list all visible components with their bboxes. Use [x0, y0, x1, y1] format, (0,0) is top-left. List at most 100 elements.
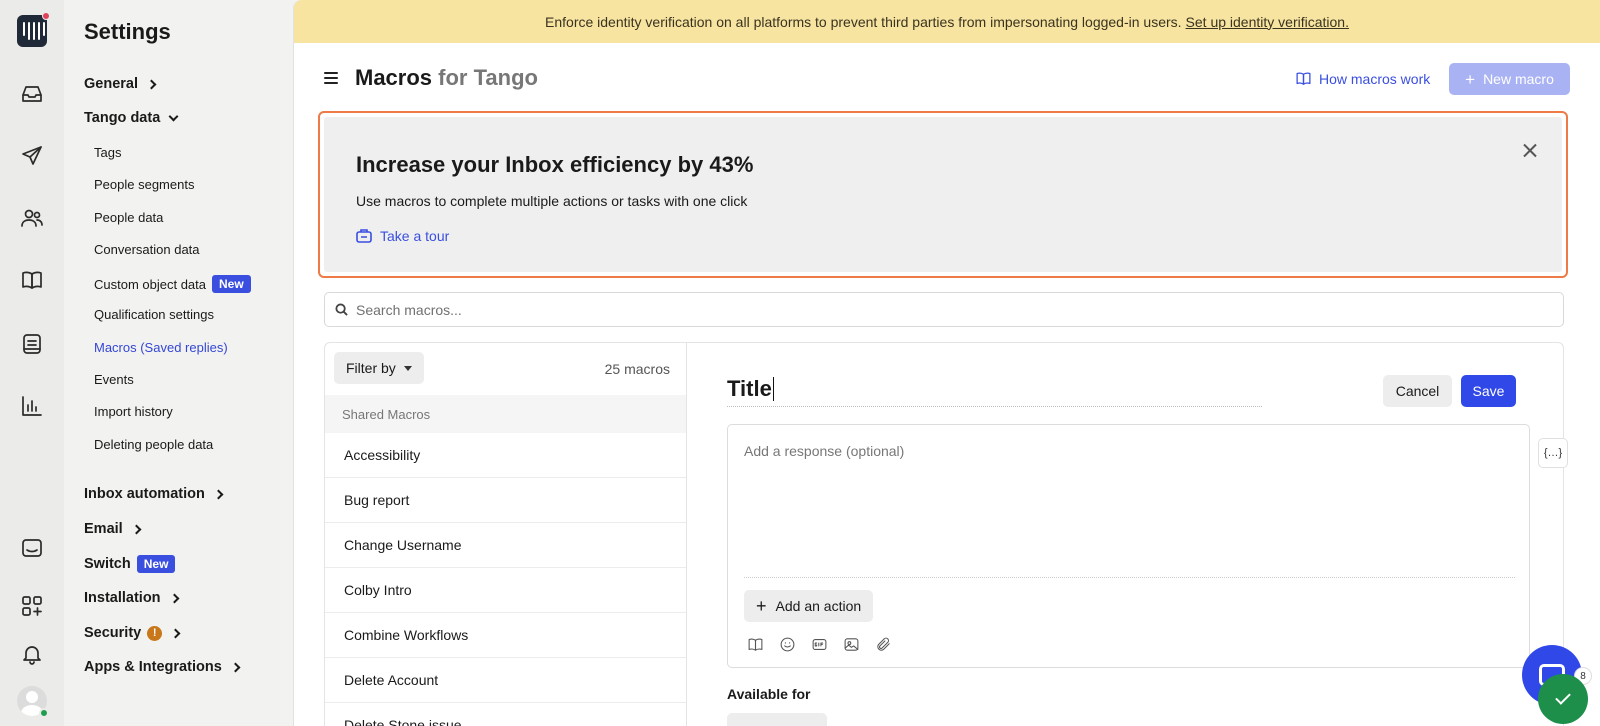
sidebar-item-inbox-automation[interactable]: Inbox automation — [84, 486, 224, 502]
inbox-icon[interactable] — [14, 76, 50, 112]
sidebar-item-label: Custom object data — [94, 276, 207, 292]
sidebar-item-tango-data[interactable]: Tango data — [84, 110, 179, 126]
sidebar-item-label: Conversation data — [94, 242, 200, 257]
menu-toggle-icon[interactable] — [324, 72, 338, 87]
composer-toolbar — [746, 635, 892, 653]
list-item[interactable]: Accessibility — [325, 433, 686, 478]
chevron-right-icon — [131, 524, 142, 534]
new-macro-button[interactable]: + New macro — [1449, 63, 1570, 95]
available-for-label: Available for — [727, 686, 811, 702]
new-macro-label: New macro — [1483, 71, 1554, 87]
macro-rows: Accessibility Bug report Change Username… — [325, 433, 686, 726]
cancel-button[interactable]: Cancel — [1383, 375, 1452, 407]
reports-list-icon[interactable] — [14, 326, 50, 362]
sidebar-item-general[interactable]: General — [84, 76, 157, 92]
knowledge-icon[interactable] — [14, 262, 50, 298]
macro-title-input[interactable]: Title — [727, 371, 1262, 407]
chevron-down-icon — [168, 111, 179, 121]
sidebar-item-label: Import history — [94, 404, 173, 419]
take-a-tour-link[interactable]: Take a tour — [356, 228, 449, 244]
search-input[interactable] — [356, 301, 1563, 318]
sidebar-title: Settings — [84, 19, 171, 44]
list-item[interactable]: Delete Stone issue — [325, 703, 686, 726]
list-item[interactable]: Combine Workflows — [325, 613, 686, 658]
tour-icon — [356, 229, 372, 243]
contacts-icon[interactable] — [14, 200, 50, 236]
checklist-button[interactable] — [1538, 674, 1588, 724]
image-icon[interactable] — [842, 635, 860, 653]
sidebar-item-label: Installation — [84, 590, 161, 606]
notifications-icon[interactable] — [14, 636, 50, 672]
book-icon — [1296, 72, 1311, 85]
plus-icon: + — [756, 596, 767, 616]
new-badge: New — [212, 275, 251, 293]
list-item[interactable]: Colby Intro — [325, 568, 686, 613]
sidebar-item-import-history[interactable]: Import history — [94, 404, 173, 419]
response-placeholder: Add a response (optional) — [744, 443, 905, 459]
sidebar-item-label: Inbox automation — [84, 486, 205, 502]
sidebar-item-switch[interactable]: Switch New — [84, 555, 176, 573]
sidebar-item-events[interactable]: Events — [94, 372, 134, 387]
sidebar-item-macros[interactable]: Macros (Saved replies) — [94, 340, 228, 355]
sidebar-item-conversation-data[interactable]: Conversation data — [94, 242, 200, 257]
save-button[interactable]: Save — [1461, 375, 1516, 407]
add-action-button[interactable]: + Add an action — [744, 590, 874, 622]
apps-icon[interactable] — [14, 588, 50, 624]
messenger-icon[interactable] — [14, 530, 50, 566]
sidebar-item-label: Security — [84, 625, 142, 641]
response-editor[interactable]: Add a response (optional) + Add an actio… — [727, 424, 1530, 668]
chevron-right-icon — [170, 628, 181, 638]
sidebar-item-label: Tags — [94, 145, 122, 160]
chevron-right-icon — [146, 79, 157, 89]
how-macros-work-link[interactable]: How macros work — [1295, 70, 1430, 87]
gif-icon[interactable] — [810, 635, 828, 653]
icon-rail — [0, 0, 64, 726]
notification-dot — [42, 12, 50, 20]
sidebar-item-deleting-people-data[interactable]: Deleting people data — [94, 437, 213, 452]
attachment-icon[interactable] — [874, 635, 892, 653]
sidebar-item-label: People data — [94, 210, 164, 225]
page-title-main: Macros — [355, 65, 433, 90]
promo-body: Use macros to complete multiple actions … — [356, 193, 748, 209]
add-action-label: Add an action — [775, 598, 862, 614]
sidebar-item-email[interactable]: Email — [84, 521, 142, 537]
setup-identity-verification-link[interactable]: Set up identity verification. — [1186, 14, 1349, 30]
sidebar-item-qualification-settings[interactable]: Qualification settings — [94, 307, 214, 322]
divider — [744, 577, 1515, 578]
list-item[interactable]: Change Username — [325, 523, 686, 568]
intercom-logo-icon[interactable] — [17, 15, 47, 47]
sidebar-item-installation[interactable]: Installation — [84, 590, 179, 606]
search-icon — [335, 303, 348, 316]
sidebar-item-custom-object-data[interactable]: Custom object data New — [94, 275, 251, 293]
sidebar-item-apps-integrations[interactable]: Apps & Integrations — [84, 659, 241, 675]
sidebar-item-label: Apps & Integrations — [84, 659, 222, 675]
list-item[interactable]: Bug report — [325, 478, 686, 523]
text-cursor — [772, 376, 774, 401]
emoji-icon[interactable] — [778, 635, 796, 653]
page-title: Macros for Tango — [355, 65, 538, 91]
sidebar-item-label: Events — [94, 372, 134, 387]
search-macros-field[interactable] — [324, 292, 1564, 327]
article-icon[interactable] — [746, 635, 764, 653]
sidebar-item-people-data[interactable]: People data — [94, 210, 163, 225]
insert-variable-button[interactable]: {…} — [1538, 438, 1568, 468]
macros-panel: Filter by 25 macros Shared Macros Access… — [324, 342, 1568, 726]
filter-by-button[interactable]: Filter by — [334, 352, 424, 384]
settings-sidebar: Settings General Tango data Tags People … — [64, 0, 294, 726]
page-title-workspace: for Tango — [438, 65, 538, 90]
macros-count: 25 macros — [604, 361, 670, 377]
list-item[interactable]: Delete Account — [325, 658, 686, 703]
plus-icon: + — [1465, 69, 1476, 89]
close-icon[interactable] — [1523, 143, 1537, 157]
outbound-icon[interactable] — [14, 138, 50, 174]
sidebar-item-tags[interactable]: Tags — [94, 145, 121, 160]
macro-editor: Title Cancel Save Add a response (option… — [688, 343, 1568, 726]
caret-down-icon — [403, 365, 412, 371]
efficiency-promo-card: Increase your Inbox efficiency by 43% Us… — [318, 111, 1568, 278]
chevron-right-icon — [230, 662, 241, 672]
macro-title-value: Title — [727, 375, 772, 401]
sidebar-item-people-segments[interactable]: People segments — [94, 177, 194, 192]
available-for-selector[interactable] — [727, 713, 827, 726]
sidebar-item-security[interactable]: Security! — [84, 625, 181, 641]
analytics-icon[interactable] — [14, 388, 50, 424]
